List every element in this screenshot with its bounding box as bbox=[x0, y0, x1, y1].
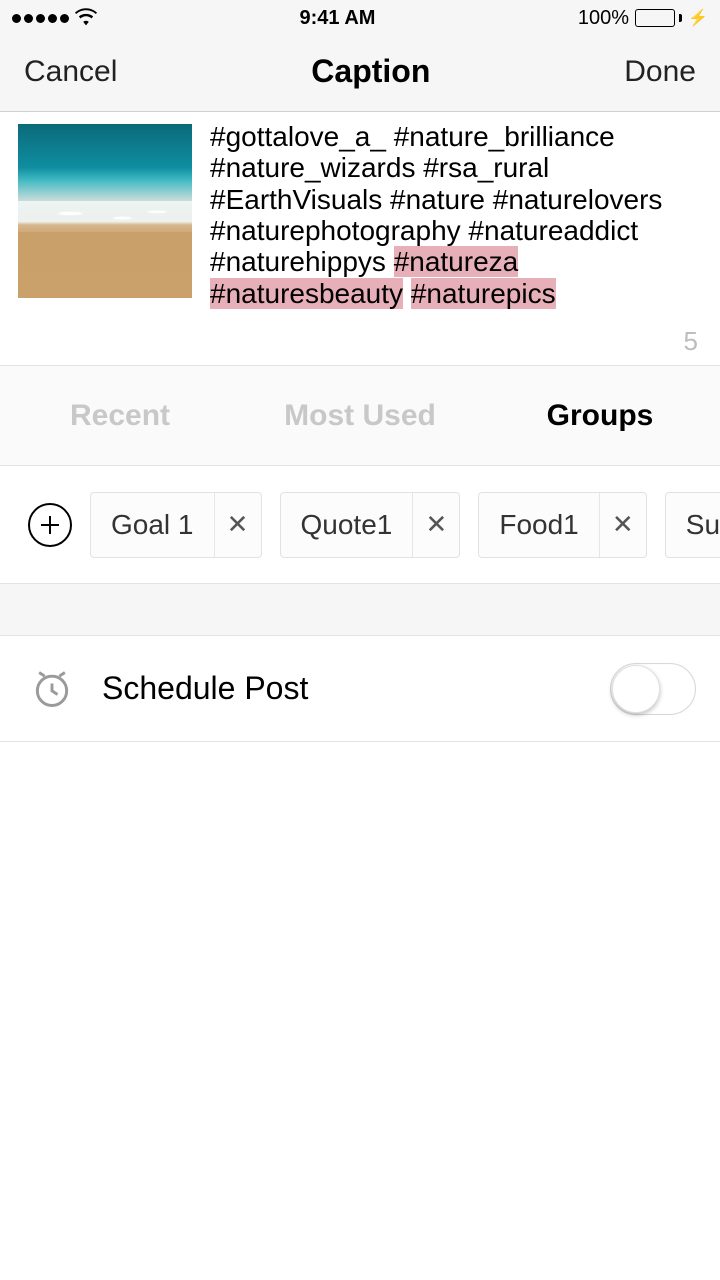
caption-line: #naturephotography #natureaddict bbox=[210, 215, 638, 246]
tab-recent[interactable]: Recent bbox=[0, 399, 240, 433]
caption-area: #gottalove_a_ #nature_brilliance #nature… bbox=[0, 112, 720, 366]
group-chip-label: Food1 bbox=[479, 493, 599, 557]
toggle-knob bbox=[612, 665, 660, 713]
cancel-button[interactable]: Cancel bbox=[24, 55, 117, 89]
group-chip[interactable]: Goal 1 ✕ bbox=[90, 492, 262, 558]
status-time: 9:41 AM bbox=[299, 7, 375, 30]
nav-header: Cancel Caption Done bbox=[0, 36, 720, 112]
post-thumbnail[interactable] bbox=[18, 124, 192, 298]
tab-groups[interactable]: Groups bbox=[480, 399, 720, 433]
close-icon[interactable]: ✕ bbox=[600, 493, 646, 557]
status-left bbox=[12, 7, 97, 29]
hashtag-count: 5 bbox=[684, 326, 698, 357]
group-chip[interactable]: Food1 ✕ bbox=[478, 492, 646, 558]
battery-icon bbox=[635, 9, 682, 27]
battery-percent: 100% bbox=[578, 7, 629, 30]
section-spacer bbox=[0, 584, 720, 636]
caption-text[interactable]: #gottalove_a_ #nature_brilliance #nature… bbox=[210, 121, 662, 309]
schedule-label: Schedule Post bbox=[102, 670, 582, 707]
done-button[interactable]: Done bbox=[624, 55, 696, 89]
caption-line: #EarthVisuals #nature #naturelovers bbox=[210, 184, 662, 215]
group-chip-label: Goal 1 bbox=[91, 493, 215, 557]
caption-hashtag-hl: #natureza bbox=[394, 246, 519, 277]
caption-line: #naturehippys bbox=[210, 246, 394, 277]
close-icon[interactable]: ✕ bbox=[413, 493, 459, 557]
groups-row: Goal 1 ✕ Quote1 ✕ Food1 ✕ Sunset1 ✕ bbox=[0, 466, 720, 584]
schedule-row: Schedule Post bbox=[0, 636, 720, 742]
tab-most-used[interactable]: Most Used bbox=[240, 399, 480, 433]
group-chip[interactable]: Sunset1 ✕ bbox=[665, 492, 720, 558]
status-bar: 9:41 AM 100% ⚡ bbox=[0, 0, 720, 36]
page-title: Caption bbox=[311, 53, 430, 90]
caption-hashtag-hl: #naturesbeauty bbox=[210, 278, 403, 309]
caption-line: #gottalove_a_ #nature_brilliance bbox=[210, 121, 615, 152]
caption-hashtag-hl: #naturepics bbox=[411, 278, 556, 309]
status-right: 100% ⚡ bbox=[578, 7, 708, 30]
tabs: Recent Most Used Groups bbox=[0, 366, 720, 466]
charging-icon: ⚡ bbox=[688, 8, 708, 28]
schedule-toggle[interactable] bbox=[610, 663, 696, 715]
group-chip-label: Quote1 bbox=[281, 493, 414, 557]
wifi-icon bbox=[75, 7, 97, 29]
plus-icon bbox=[38, 513, 62, 537]
close-icon[interactable]: ✕ bbox=[215, 493, 261, 557]
group-chip[interactable]: Quote1 ✕ bbox=[280, 492, 461, 558]
signal-dots-icon bbox=[12, 14, 69, 23]
caption-line: #nature_wizards #rsa_rural bbox=[210, 152, 549, 183]
add-group-button[interactable] bbox=[28, 503, 72, 547]
group-chip-label: Sunset1 bbox=[666, 493, 720, 557]
clock-icon bbox=[30, 667, 74, 711]
